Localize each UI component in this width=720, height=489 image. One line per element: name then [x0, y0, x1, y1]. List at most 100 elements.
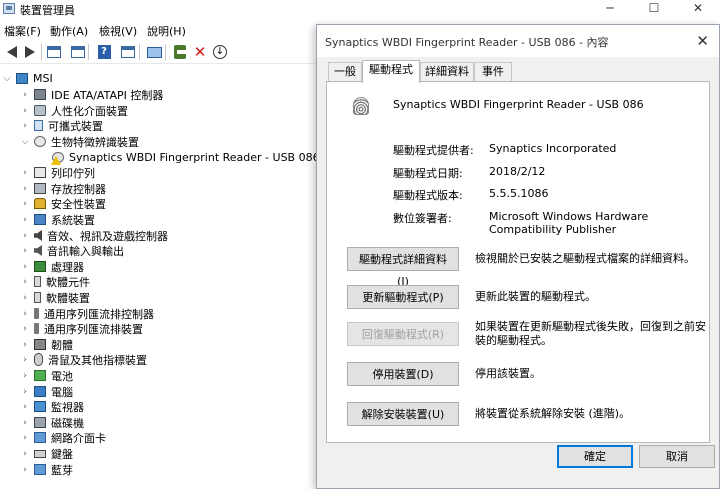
expand-icon[interactable]: › [20, 321, 30, 336]
mouse-icon [34, 353, 43, 366]
collapse-icon[interactable]: ⌵ [20, 134, 30, 149]
tree-item-battery[interactable]: › 電池 [20, 368, 73, 383]
tree-item-biometric[interactable]: ⌵ 生物特徵辨識裝置 [20, 134, 139, 149]
expand-icon[interactable]: › [20, 181, 30, 196]
properties-sheet-icon[interactable] [120, 44, 136, 60]
tree-item-mouse[interactable]: › 滑鼠及其他指標裝置 [20, 352, 147, 367]
expand-icon[interactable]: › [20, 165, 30, 180]
tree-item-processor[interactable]: › 處理器 [20, 259, 84, 274]
menu-file[interactable]: 檔案(F) [4, 23, 41, 39]
tree-item-usb-device[interactable]: › 通用序列匯流排裝置 [20, 321, 143, 336]
dialog-title-bar: Synaptics WBDI Fingerprint Reader - USB … [317, 25, 719, 57]
driver-details-button[interactable]: 驅動程式詳細資料(I) [347, 247, 459, 288]
disable-icon[interactable]: ↓ [212, 44, 228, 60]
expand-icon[interactable]: › [20, 430, 30, 445]
expand-icon[interactable]: › [20, 196, 30, 211]
expand-icon[interactable]: › [20, 368, 30, 383]
tree-item-label: 電腦 [51, 385, 73, 399]
toolbar-separator [139, 44, 140, 60]
tree-item-computer[interactable]: › 電腦 [20, 384, 73, 399]
tree-item-network[interactable]: › 網路介面卡 [20, 430, 106, 445]
expand-icon[interactable]: › [20, 337, 30, 352]
tree-item-label: 藍芽 [51, 463, 73, 477]
tab-events[interactable]: 事件 [474, 62, 512, 82]
forward-icon[interactable] [22, 44, 38, 60]
tree-item-software-component[interactable]: › 軟體元件 [20, 274, 90, 289]
minimize-button[interactable]: ─ [588, 0, 632, 18]
cancel-button[interactable]: 取消 [639, 445, 715, 468]
menu-help[interactable]: 說明(H) [147, 23, 186, 39]
expand-icon[interactable]: › [20, 415, 30, 430]
expand-icon[interactable]: › [20, 306, 30, 321]
expand-icon[interactable]: › [20, 462, 30, 477]
close-button[interactable]: ✕ [676, 0, 720, 18]
uninstall-icon[interactable]: ✕ [192, 44, 208, 60]
tab-strip: 一般 驅動程式 詳細資料 事件 [326, 60, 711, 83]
collapse-icon[interactable]: ⌵ [2, 71, 12, 86]
disable-device-button[interactable]: 停用裝置(D) [347, 362, 459, 386]
tree-item-usb-controller[interactable]: › 通用序列匯流排控制器 [20, 306, 154, 321]
expand-icon[interactable]: › [20, 103, 30, 118]
expand-icon[interactable]: › [20, 446, 30, 461]
back-icon[interactable] [4, 44, 20, 60]
expand-icon[interactable]: › [20, 243, 30, 258]
disk-drive-icon [34, 417, 46, 428]
expand-icon[interactable]: › [20, 87, 30, 102]
expand-icon[interactable]: › [20, 352, 30, 367]
portable-device-icon [34, 120, 43, 131]
tree-item-label: 電池 [51, 369, 73, 383]
tree-item-ide[interactable]: › IDE ATA/ATAPI 控制器 [20, 87, 163, 102]
tab-general[interactable]: 一般 [328, 62, 362, 82]
tree-root[interactable]: ⌵ MSI [2, 71, 53, 86]
tree-item-disk-drive[interactable]: › 磁碟機 [20, 415, 84, 430]
properties-icon[interactable] [70, 44, 86, 60]
fingerprint-icon [353, 97, 369, 115]
maximize-button[interactable]: ☐ [632, 0, 676, 18]
driver-date-value: 2018/2/12 [489, 165, 546, 178]
tree-item-label: 通用序列匯流排裝置 [44, 322, 143, 336]
tree-item-system[interactable]: › 系統裝置 [20, 212, 95, 227]
expand-icon[interactable]: › [20, 274, 30, 289]
tree-item-portable[interactable]: › 可攜式裝置 [20, 118, 103, 133]
tree-item-firmware[interactable]: › 韌體 [20, 337, 73, 352]
tree-item-bluetooth[interactable]: › 藍芽 [20, 462, 73, 477]
expand-icon[interactable]: › [20, 399, 30, 414]
menu-view[interactable]: 檢視(V) [99, 23, 137, 39]
usb-device-icon [34, 323, 39, 334]
tree-item-monitor[interactable]: › 監視器 [20, 399, 84, 414]
expand-icon[interactable]: › [20, 228, 30, 243]
tree-item-hid[interactable]: › 人性化介面裝置 [20, 103, 128, 118]
scan-icon[interactable] [146, 44, 162, 60]
tree-item-storage[interactable]: › 存放控制器 [20, 181, 106, 196]
console-tree-icon[interactable] [46, 44, 62, 60]
roll-back-driver-button[interactable]: 回復驅動程式(R) [347, 322, 459, 346]
tree-item-label: 軟體裝置 [46, 291, 90, 305]
help-icon[interactable]: ? [96, 44, 112, 60]
tree-item-software-device[interactable]: › 軟體裝置 [20, 290, 90, 305]
tree-item-print-queue[interactable]: › 列印佇列 [20, 165, 95, 180]
tree-item-sound[interactable]: › 音效、視訊及遊戲控制器 [20, 228, 168, 243]
expand-icon[interactable]: › [20, 118, 30, 133]
expand-icon[interactable]: › [20, 290, 30, 305]
driver-version-value: 5.5.5.1086 [489, 187, 549, 200]
tab-details[interactable]: 詳細資料 [420, 62, 474, 82]
usb-controller-icon [34, 308, 39, 319]
update-driver-button[interactable]: 更新驅動程式(P) [347, 285, 459, 309]
expand-icon[interactable]: › [20, 212, 30, 227]
tree-item-audio-io[interactable]: › 音訊輸入與輸出 [20, 243, 124, 258]
computer-icon [16, 73, 28, 84]
tab-driver[interactable]: 驅動程式 [362, 60, 420, 83]
menu-action[interactable]: 動作(A) [50, 23, 88, 39]
expand-icon[interactable]: › [20, 259, 30, 274]
properties-dialog: Synaptics WBDI Fingerprint Reader - USB … [316, 24, 720, 489]
tree-item-keyboard[interactable]: › 鍵盤 [20, 446, 73, 461]
battery-icon [34, 370, 46, 381]
dialog-close-button[interactable]: ✕ [696, 32, 709, 50]
ok-button[interactable]: 確定 [557, 445, 633, 468]
tree-item-fingerprint-reader[interactable]: Synaptics WBDI Fingerprint Reader - USB … [38, 150, 320, 165]
device-manager-app-icon [3, 3, 15, 14]
expand-icon[interactable]: › [20, 384, 30, 399]
uninstall-device-button[interactable]: 解除安裝裝置(U) [347, 402, 459, 426]
tree-item-security[interactable]: › 安全性裝置 [20, 196, 106, 211]
update-driver-icon[interactable] [172, 44, 188, 60]
